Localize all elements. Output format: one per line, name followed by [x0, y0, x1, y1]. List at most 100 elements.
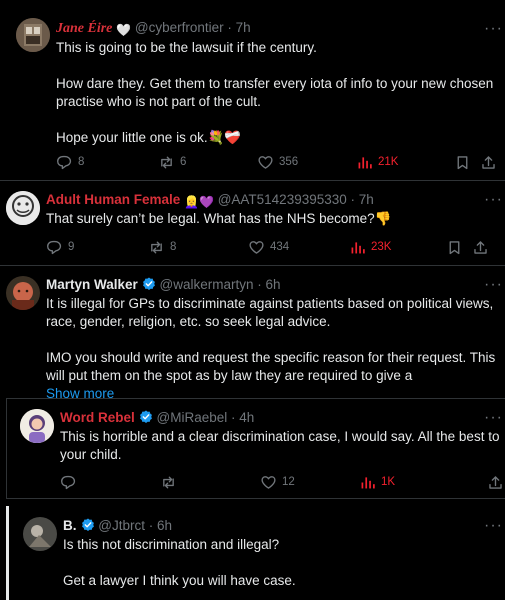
verified-badge-icon — [80, 518, 95, 532]
reply-button[interactable] — [60, 472, 77, 492]
views-count: 1K — [381, 476, 396, 488]
tweet-text: This is horrible and a clear discriminat… — [60, 428, 499, 464]
author-handle[interactable]: @cyberfrontier — [135, 20, 224, 35]
thread-line — [6, 506, 9, 600]
bookmark-button[interactable] — [446, 237, 463, 257]
separator-dot: · — [253, 277, 266, 292]
text-gap — [56, 57, 493, 75]
text-line: How dare they. Get them to transfer ever… — [56, 76, 494, 91]
author-handle[interactable]: @Jtbrct — [98, 518, 145, 533]
author-name[interactable]: Martyn Walker — [46, 277, 138, 292]
more-icon[interactable]: ··· — [484, 277, 503, 293]
text-line: your child. — [60, 447, 122, 462]
share-button[interactable] — [480, 152, 497, 172]
share-button[interactable] — [472, 237, 489, 257]
author-name[interactable]: Adult Human Female — [46, 192, 180, 207]
like-icon — [261, 475, 276, 489]
separator-dot: · — [144, 518, 157, 533]
action-bar: 12 1K — [60, 472, 502, 492]
share-button[interactable] — [487, 472, 504, 492]
avatar[interactable] — [23, 517, 57, 551]
repost-count: 6 — [180, 156, 187, 168]
more-icon[interactable]: ··· — [484, 518, 503, 534]
text-gap — [56, 111, 493, 129]
post-time[interactable]: 4h — [239, 410, 254, 425]
separator-dot: · — [227, 410, 240, 425]
repost-button[interactable]: 8 — [148, 237, 176, 257]
tweet-martyn-walker[interactable]: Martyn Walker @walkermartyn · 6h ··· It … — [0, 266, 505, 400]
text-line: race, gender, religion, etc. so seek leg… — [46, 314, 331, 329]
action-bar: 9 8 434 23K — [46, 237, 496, 257]
tweet-b[interactable]: B. @Jtbrct · 6h ··· Is this not discrimi… — [10, 499, 505, 600]
views-count: 21K — [378, 156, 399, 168]
like-count: 434 — [270, 241, 290, 253]
repost-button[interactable] — [160, 472, 177, 492]
bookmark-icon — [457, 155, 468, 169]
views-button[interactable]: 23K — [349, 237, 391, 257]
author-handle[interactable]: @AAT514239395330 — [218, 192, 347, 207]
tweet-text: Is this not discrimination and illegal? … — [63, 536, 296, 590]
views-count: 23K — [371, 241, 392, 253]
author-name[interactable]: B. — [63, 518, 77, 533]
separator-dot: · — [223, 20, 236, 35]
text-gap — [46, 331, 495, 349]
tweet-word-rebel[interactable]: Word Rebel @MiRaebel · 4h ··· This is ho… — [7, 399, 505, 498]
views-icon — [351, 241, 365, 253]
more-icon[interactable]: ··· — [484, 410, 503, 426]
author-name[interactable]: Word Rebel — [60, 410, 135, 425]
tweet-jane-eire[interactable]: Jane Éire 🤍 @cyberfrontier · 7h ··· This… — [0, 0, 505, 180]
action-bar: 8 6 356 21K — [56, 152, 496, 172]
text-line: will put them on the spot as by law they… — [46, 368, 413, 383]
views-button[interactable]: 21K — [356, 152, 398, 172]
bookmark-button[interactable] — [454, 152, 471, 172]
repost-icon — [161, 156, 172, 168]
name-emojis: 👱‍♀️💜 — [184, 195, 214, 209]
author-name[interactable]: Jane Éire — [56, 21, 112, 36]
post-time[interactable]: 7h — [236, 20, 251, 35]
heart-emoji: 🤍 — [116, 23, 132, 37]
avatar[interactable] — [6, 276, 40, 310]
avatar[interactable] — [6, 191, 40, 225]
like-button[interactable]: 12 — [260, 472, 295, 492]
post-time[interactable]: 6h — [157, 518, 172, 533]
post-time[interactable]: 6h — [266, 277, 281, 292]
views-icon — [361, 476, 375, 488]
verified-badge-icon — [139, 410, 153, 424]
bookmark-icon — [449, 240, 460, 254]
text-line: Is this not discrimination and illegal? — [63, 537, 280, 552]
text-line: It is illegal for GPs to discriminate ag… — [46, 296, 494, 311]
avatar[interactable] — [20, 409, 54, 443]
reply-button[interactable]: 9 — [46, 237, 74, 257]
reply-icon — [57, 155, 72, 169]
separator-dot: · — [346, 192, 359, 207]
reply-button[interactable]: 8 — [56, 152, 84, 172]
text-line: This is going to be the lawsuit if the c… — [56, 40, 317, 55]
like-count: 12 — [282, 476, 295, 488]
views-button[interactable]: 1K — [359, 472, 395, 492]
reply-count: 8 — [78, 156, 85, 168]
post-time[interactable]: 7h — [359, 192, 374, 207]
more-icon[interactable]: ··· — [484, 192, 503, 208]
like-count: 356 — [279, 156, 299, 168]
text-line: Get a lawyer I think you will have case. — [63, 573, 296, 588]
reply-icon — [47, 240, 62, 254]
author-handle[interactable]: @walkermartyn — [160, 277, 254, 292]
tweet-text: It is illegal for GPs to discriminate ag… — [46, 295, 495, 400]
repost-icon — [163, 476, 174, 488]
like-button[interactable]: 356 — [257, 152, 298, 172]
author-handle[interactable]: @MiRaebel — [157, 410, 228, 425]
text-line: That surely can’t be legal. What has the… — [46, 211, 392, 226]
text-line: This is horrible and a clear discriminat… — [60, 429, 500, 444]
like-button[interactable]: 434 — [248, 237, 289, 257]
avatar[interactable] — [16, 18, 50, 52]
verified-badge-icon — [142, 277, 156, 291]
tweet-text: This is going to be the lawsuit if the c… — [56, 39, 493, 147]
tweet-adult-human-female[interactable]: Adult Human Female 👱‍♀️💜 @AAT51423939533… — [0, 181, 505, 265]
text-line: IMO you should write and request the spe… — [46, 350, 496, 365]
repost-count: 8 — [170, 241, 177, 253]
text-gap — [63, 554, 296, 572]
tweet-text: That surely can’t be legal. What has the… — [46, 210, 391, 228]
reply-icon — [61, 475, 76, 489]
more-icon[interactable]: ··· — [484, 21, 503, 37]
repost-button[interactable]: 6 — [158, 152, 186, 172]
